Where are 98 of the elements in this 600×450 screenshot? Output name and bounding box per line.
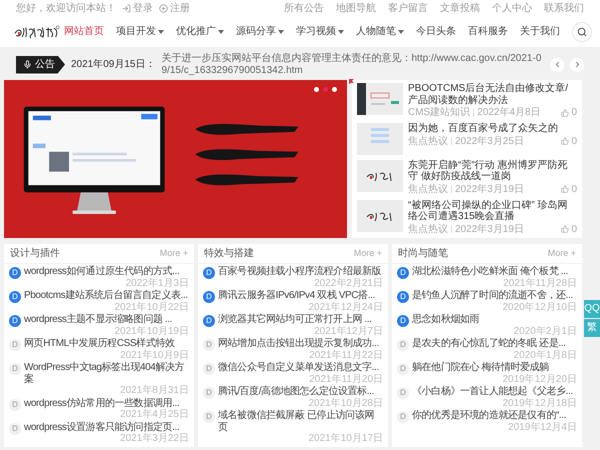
article-date: 2021年10月19日: [114, 326, 189, 337]
article-link[interactable]: wordpress设置游客只能访问指定页...: [24, 422, 189, 433]
doc-badge: D: [203, 363, 215, 375]
article-date: 2021年11月20日: [309, 374, 383, 385]
featured-category: 焦点热议: [408, 184, 448, 195]
article-date: 2021年11月28日: [503, 278, 577, 289]
nav-item[interactable]: 学习视频: [292, 26, 348, 38]
article-link[interactable]: 思念如秋烟如雨: [412, 314, 577, 326]
doc-badge: D: [397, 411, 409, 423]
doc-badge: D: [397, 291, 409, 303]
article-date: 2021年8月31日: [120, 385, 189, 396]
article-date: 2021年4月25日: [120, 409, 189, 420]
article-date: 2021年10月17日: [308, 433, 383, 444]
section-title: 时尚与随笔: [398, 248, 448, 260]
article-date: 2020年12月10日: [502, 302, 577, 313]
next-button[interactable]: [570, 58, 584, 72]
nav-item[interactable]: 人物随笔: [352, 26, 408, 38]
featured-title[interactable]: “被网络公司操纵的企业口碑” 珍岛网络公司遭遇315晚会直播: [408, 200, 577, 222]
register-icon: [159, 4, 168, 13]
section-title: 特效与搭建: [204, 248, 254, 260]
article-link[interactable]: 网页HTML中发展历程CSS样式特效: [24, 338, 189, 350]
doc-badge: D: [9, 398, 21, 410]
doc-badge: D: [9, 315, 21, 327]
doc-badge: D: [203, 267, 215, 279]
article-date: 2021年10月9日: [120, 350, 189, 361]
nav-item[interactable]: 项目开发: [112, 26, 168, 38]
article-link[interactable]: wordpress如何通过原生代码的方式...: [24, 266, 189, 278]
article-link[interactable]: Pbootcms建站系统后台留言自定义表...: [24, 290, 189, 302]
doc-badge: D: [203, 387, 215, 399]
doc-badge: D: [203, 315, 215, 327]
article-link[interactable]: 你的优秀是环境的造就还是仅有的“...: [412, 410, 577, 422]
nav-item[interactable]: 百科服务: [464, 26, 512, 38]
doc-badge: D: [397, 363, 409, 375]
section-title: 设计与插件: [10, 248, 60, 260]
article-link[interactable]: 网站增加点击按钮出现提示复制成功...: [218, 338, 383, 350]
article-link[interactable]: wordpress主题不显示缩略图问题 ...: [24, 314, 189, 326]
nav-item[interactable]: 网站首页: [60, 26, 108, 38]
doc-badge: D: [397, 387, 409, 399]
doc-badge: D: [9, 267, 21, 279]
article-date: 2021年10月28日: [308, 398, 383, 409]
article-link[interactable]: 躺在他门院在心 梅待情时爱成躺: [412, 362, 577, 374]
flag-icon: [349, 79, 354, 84]
article-date: 2021年10月22日: [114, 302, 189, 313]
featured-date: 2022年4月8日: [477, 107, 541, 118]
doc-badge: D: [9, 363, 21, 375]
featured-date: 2022年3月19日: [455, 224, 524, 235]
doc-badge: D: [203, 411, 215, 423]
article-link[interactable]: 域名被微信拦截屏蔽 已停止访问该网页: [218, 410, 383, 433]
article-link[interactable]: wordpress仿站常用的一些数据调用...: [24, 398, 189, 409]
doc-badge: D: [397, 339, 409, 351]
article-link[interactable]: 腾讯云服务器IPv6/IPv4 双栈 VPC搭...: [218, 290, 383, 302]
article-date: 2021年12月7日: [314, 326, 383, 337]
featured-title[interactable]: PBOOTCMS后台无法自由修改文章/产品阅读数的解决办法: [408, 83, 577, 106]
article-link[interactable]: 是农夫的有心惊乱了蛇的冬眠 还是...: [412, 338, 577, 350]
doc-badge: D: [397, 315, 409, 327]
featured-category: 焦点热议: [408, 136, 448, 147]
login-icon: [122, 4, 131, 13]
article-date: 2019年12月20日: [502, 374, 577, 385]
greeting-text: 您好，欢迎访问本站！: [16, 2, 116, 14]
article-link[interactable]: 腾讯/百度/高德地图怎么定位设置标...: [218, 386, 383, 398]
article-link[interactable]: 浏览器其它网站均可正常打开上网 ...: [218, 314, 383, 326]
article-date: 2022年2月21日: [314, 278, 383, 289]
featured-title[interactable]: 东莞开启静“莞”行动 惠州博罗严防死守 做好防疫战线一道岗: [408, 160, 577, 182]
notice-date: 2021年09月15日：: [71, 58, 156, 70]
article-date: 2021年12月24日: [308, 302, 383, 313]
doc-badge: D: [9, 339, 21, 351]
nav-item[interactable]: 源码分享: [232, 26, 288, 38]
article-date: 2021年3月22日: [120, 433, 189, 444]
article-link[interactable]: 微信公众号自定义菜单发送消息文字...: [218, 362, 383, 374]
search-button[interactable]: [572, 22, 592, 42]
doc-badge: D: [397, 267, 409, 279]
notice-badge: 公告: [16, 56, 65, 74]
article-date: 2020年2月1日: [514, 326, 577, 337]
doc-badge: D: [9, 291, 21, 303]
search-icon: [577, 27, 587, 37]
featured-date: 2022年3月19日: [455, 184, 524, 195]
article-date: 2020年1月8日: [514, 350, 577, 361]
article-link[interactable]: 是钓鱼人沉醉了时间的流逝不舍，还...: [412, 290, 577, 302]
nav-item[interactable]: 今日头条: [412, 26, 460, 38]
nav-item[interactable]: 优化推广: [172, 26, 228, 38]
notice-text[interactable]: 关于进一步压实网站平台信息内容管理主体责任的意见：http://www.cac.gov.cn/2021-09/15/c_1633296790051342.htm: [162, 53, 544, 76]
article-link[interactable]: 《小白杨》一首让人能想起《父老乡...: [412, 386, 577, 398]
doc-badge: D: [203, 339, 215, 351]
article-date: 2019年12月4日: [508, 422, 577, 433]
featured-category: CMS建站知识: [408, 107, 470, 118]
doc-badge: D: [203, 291, 215, 303]
featured-title[interactable]: 因为她，百度百家号成了众矢之的: [408, 123, 577, 134]
article-date: 2022年1月3日: [126, 278, 189, 289]
doc-badge: D: [9, 422, 21, 434]
article-date: 2019年12月18日: [502, 398, 577, 409]
article-date: 2021年11月22日: [309, 350, 383, 361]
prev-button[interactable]: [550, 58, 564, 72]
featured-date: 2022年3月25日: [455, 136, 524, 147]
article-link[interactable]: 湖北松滋特色小吃鲜米面 俺个板梵 ...: [412, 266, 577, 278]
article-link[interactable]: WordPress中文tag标签出现404解决方案: [24, 362, 189, 385]
article-link[interactable]: 百家号视频挂载小程序流程介绍最新版: [218, 266, 383, 278]
featured-category: 焦点热议: [408, 224, 448, 235]
nav-item[interactable]: 关于我们: [516, 26, 564, 38]
